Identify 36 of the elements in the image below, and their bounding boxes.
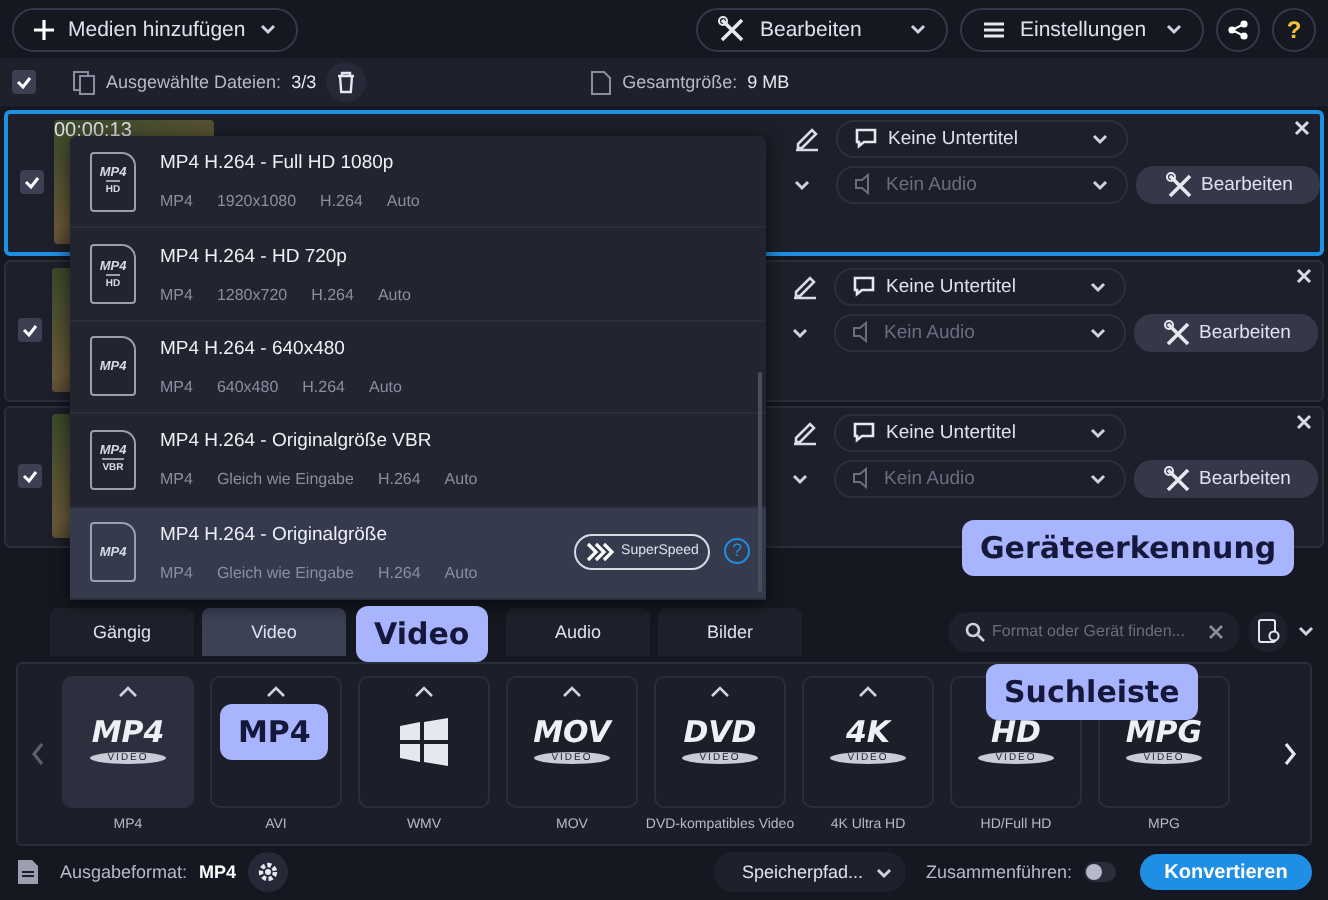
preset-spec: MP4 — [160, 285, 193, 304]
preset-spec: MP4 — [160, 377, 193, 396]
preset-spec: 1280x720 — [216, 285, 288, 304]
preset-title: MP4 H.264 - Originalgröße — [160, 523, 390, 546]
selected-files-label: Ausgewählte Dateien: — [106, 72, 282, 93]
preset-spec: Gleich wie Eingabe — [216, 470, 354, 489]
preset-spec: H.264 — [377, 470, 421, 489]
output-format-value: MP4 — [199, 862, 237, 883]
callout-tooltip: Geräteerkennung — [962, 520, 1295, 576]
preset-spec: 1920x1080 — [216, 192, 297, 211]
merge-label: Zusammenführen: — [925, 862, 1072, 883]
total-size-value: 9 MB — [747, 72, 790, 93]
preset-title: MP4 H.264 - HD 720p — [160, 245, 349, 268]
output-format-label: Ausgabeformat: — [60, 862, 188, 883]
total-size-label: Gesamtgröße: — [622, 72, 738, 93]
preset-title: MP4 H.264 - Originalgröße VBR — [160, 430, 434, 453]
callout-tooltip: Suchleiste — [986, 664, 1198, 720]
preset-spec: Gleich wie Eingabe — [216, 563, 354, 582]
callout-tooltip: MP4 — [220, 704, 329, 760]
preset-spec: H.264 — [320, 192, 363, 211]
preset-spec: Auto — [369, 377, 402, 396]
preset-spec: Auto — [377, 285, 411, 304]
preset-title: MP4 H.264 - 640x480 — [160, 337, 347, 360]
preset-spec: Auto — [386, 192, 420, 211]
callout-tooltip: Video — [356, 606, 488, 662]
preset-spec: MP4 — [160, 192, 193, 211]
preset-spec: H.264 — [311, 285, 354, 304]
selected-files-count: 3/3 — [291, 72, 317, 93]
preset-spec: Auto — [444, 470, 478, 489]
preset-spec: H.264 — [302, 377, 346, 396]
preset-spec: 640x480 — [216, 377, 279, 396]
preset-spec: MP4 — [160, 470, 193, 489]
preset-title: MP4 H.264 - Full HD 1080p — [160, 152, 396, 175]
preset-spec: MP4 — [160, 563, 193, 582]
preset-spec: Auto — [444, 563, 478, 582]
preset-spec: H.264 — [377, 563, 421, 582]
